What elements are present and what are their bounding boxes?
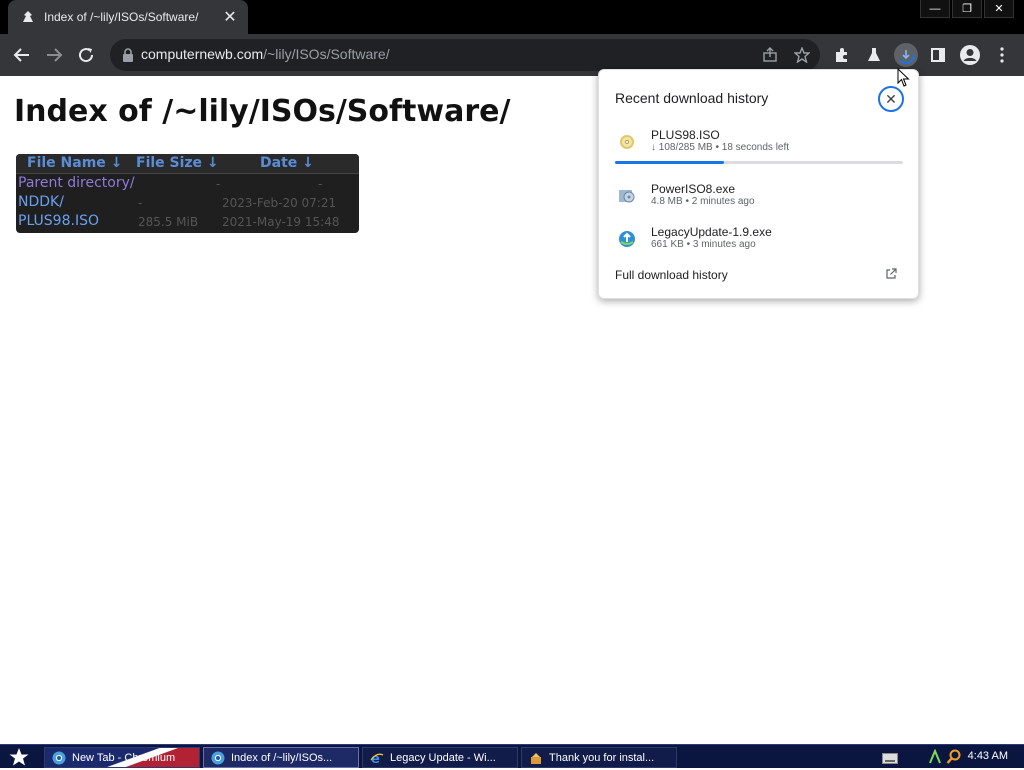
- address-bar[interactable]: computernewb.com/~lily/ISOs/Software/: [110, 39, 820, 71]
- setup-wizard-icon: [528, 750, 544, 766]
- chromium-icon: [210, 750, 226, 766]
- open-external-icon[interactable]: [883, 266, 899, 282]
- restore-button[interactable]: ❐: [952, 0, 982, 18]
- download-filename: PLUS98.ISO: [651, 128, 720, 142]
- tab-close-icon[interactable]: ✕: [220, 7, 240, 27]
- download-status: 4.8 MB • 2 minutes ago: [651, 196, 755, 207]
- full-download-history-link[interactable]: Full download history: [615, 268, 728, 282]
- profile-avatar-icon[interactable]: [958, 43, 982, 67]
- taskbar-item[interactable]: New Tab - Chromium: [44, 747, 200, 768]
- download-item[interactable]: PowerISO8.exe 4.8 MB • 2 minutes ago: [615, 182, 905, 222]
- file-size: 285.5 MiB: [138, 215, 199, 229]
- taskbar-item-label: New Tab - Chromium: [72, 751, 176, 764]
- download-status: ↓ 108/285 MB • 18 seconds left: [651, 142, 790, 153]
- download-status: 661 KB • 3 minutes ago: [651, 239, 756, 250]
- system-tray: 4:43 AM: [864, 745, 1024, 769]
- chromium-icon: [51, 750, 67, 766]
- download-item[interactable]: LegacyUpdate-1.9.exe 661 KB • 3 minutes …: [615, 225, 905, 265]
- bookmark-star-icon[interactable]: [790, 43, 814, 67]
- minimize-button[interactable]: —: [920, 0, 950, 18]
- taskbar-item[interactable]: e Legacy Update - Wi...: [362, 747, 518, 768]
- download-progress-icon[interactable]: [894, 43, 918, 67]
- close-window-button[interactable]: ✕: [984, 0, 1014, 18]
- table-row: NDDK/ - 2023-Feb-20 07:21: [18, 194, 357, 213]
- poweriso-app-icon: [617, 186, 637, 206]
- table-header: File Name ↓ File Size ↓ Date ↓: [16, 154, 359, 174]
- extensions-puzzle-icon[interactable]: [830, 43, 854, 67]
- column-date[interactable]: Date ↓: [260, 155, 314, 171]
- download-bubble: Recent download history ✕ PLUS98.ISO ↓ 1…: [598, 69, 919, 299]
- mouse-cursor-icon: [897, 68, 910, 87]
- reload-icon[interactable]: [74, 43, 98, 67]
- file-size: -: [138, 196, 143, 210]
- parent-directory-link[interactable]: Parent directory/: [18, 175, 135, 191]
- lily-favicon-icon: [20, 9, 36, 25]
- back-arrow-icon[interactable]: [10, 43, 34, 67]
- internet-explorer-icon: e: [369, 750, 385, 766]
- download-bubble-heading: Recent download history: [615, 90, 769, 106]
- url-path: /~lily/ISOs/Software/: [263, 46, 390, 62]
- keyboard-icon[interactable]: [882, 751, 898, 769]
- file-size: -: [216, 177, 221, 191]
- taskbar-item-label: Index of /~lily/ISOs...: [231, 751, 333, 764]
- table-row: Parent directory/ - -: [18, 175, 357, 194]
- more-menu-icon[interactable]: [990, 43, 1014, 67]
- labs-flask-icon[interactable]: [862, 43, 886, 67]
- download-progress-bar: [615, 161, 903, 164]
- page-title: Index of /~lily/ISOs/Software/: [14, 94, 511, 129]
- side-panel-icon[interactable]: [926, 43, 950, 67]
- browser-tab[interactable]: Index of /~lily/ISOs/Software/ ✕: [8, 0, 248, 34]
- cd-disc-icon: [617, 132, 637, 152]
- file-date: 2021-May-19 15:48: [222, 215, 340, 229]
- file-date: 2023-Feb-20 07:21: [222, 196, 337, 210]
- window-controls: — ❐ ✕: [920, 0, 1014, 18]
- taskbar-item-label: Thank you for instal...: [549, 751, 655, 764]
- taskbar-item[interactable]: Thank you for instal...: [521, 747, 677, 768]
- taskbar-item-label: Legacy Update - Wi...: [390, 751, 496, 764]
- file-listing-table: File Name ↓ File Size ↓ Date ↓ Parent di…: [16, 154, 359, 233]
- share-icon[interactable]: [758, 43, 782, 67]
- forward-arrow-icon[interactable]: [42, 43, 66, 67]
- tab-strip: Index of /~lily/ISOs/Software/ ✕ — ❐ ✕: [0, 0, 1024, 34]
- network-icon[interactable]: [928, 748, 942, 770]
- clock: 4:43 AM: [967, 750, 1008, 762]
- table-row: PLUS98.ISO 285.5 MiB 2021-May-19 15:48: [18, 213, 357, 232]
- download-progress-fill: [615, 161, 725, 164]
- start-button[interactable]: [0, 745, 38, 769]
- file-link[interactable]: NDDK/: [18, 194, 64, 210]
- close-icon[interactable]: ✕: [878, 86, 904, 112]
- file-date: -: [318, 177, 323, 191]
- taskbar-item[interactable]: Index of /~lily/ISOs...: [203, 747, 359, 768]
- column-file-name[interactable]: File Name ↓: [27, 155, 122, 171]
- star-start-icon: [9, 748, 29, 766]
- taskbar: New Tab - Chromium Index of /~lily/ISOs.…: [0, 744, 1024, 768]
- file-link[interactable]: PLUS98.ISO: [18, 213, 99, 229]
- lock-icon[interactable]: [120, 47, 136, 63]
- url-host: computernewb.com: [141, 46, 264, 62]
- url-text: computernewb.com/~lily/ISOs/Software/: [141, 46, 390, 62]
- search-magnifier-icon[interactable]: [946, 749, 962, 770]
- download-filename: PowerISO8.exe: [651, 182, 736, 196]
- column-file-size[interactable]: File Size ↓: [136, 155, 219, 171]
- tab-title: Index of /~lily/ISOs/Software/: [44, 10, 199, 24]
- download-filename: LegacyUpdate-1.9.exe: [651, 225, 772, 239]
- legacy-update-globe-icon: [617, 229, 637, 249]
